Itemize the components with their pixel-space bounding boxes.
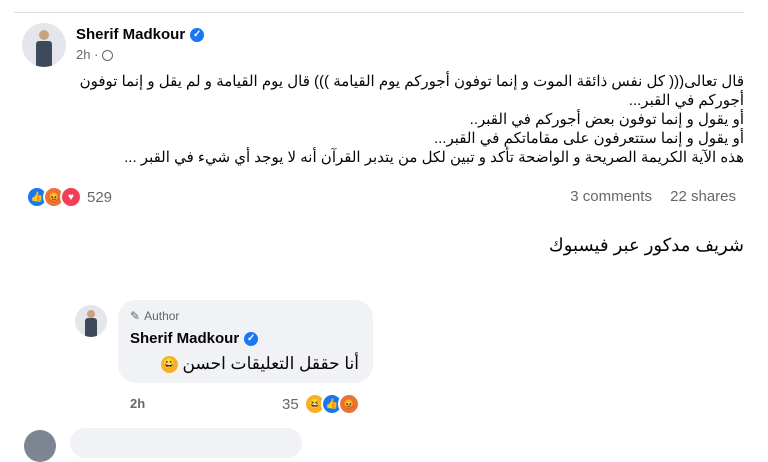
post-stats: 3 comments 22 shares [556, 188, 736, 205]
next-comment-avatar[interactable] [24, 430, 56, 462]
verified-badge-icon: ✓ [190, 28, 205, 43]
reaction-count: 529 [87, 188, 113, 206]
author-tag-label: Author [144, 309, 180, 323]
comment-reaction-count: 35 [282, 395, 299, 413]
globe-icon [102, 50, 114, 62]
comment-text-content: أنا حققل التعليقات احسن [182, 354, 360, 373]
post-line: قال تعالى((( كل نفس ذائقة الموت و إنما ت… [79, 73, 744, 90]
post-author-name-text[interactable]: Sherif Madkour [76, 26, 185, 43]
post-line: هذه الآية الكريمة الصريحة و الواضحة تأكد… [124, 149, 744, 166]
comments-link[interactable]: 3 comments [570, 188, 652, 205]
next-comment-bubble [70, 428, 302, 458]
post-line: أو يقول و إنما ستتعرفون على مقاماتكم في … [433, 130, 744, 147]
author-tag: ✎ Author [130, 309, 179, 323]
comment-time[interactable]: 2h [130, 396, 145, 411]
image-caption: شريف مدكور عبر فيسبوك [548, 235, 744, 255]
post-line: أجوركم في القبر... [628, 92, 744, 109]
post-meta: 2h · [76, 47, 114, 62]
comment-text: أنا حققل التعليقات احسن 😀 [160, 354, 360, 374]
angry-icon: 😡 [337, 393, 360, 415]
comment-author-name[interactable]: Sherif Madkour ✓ [130, 330, 259, 347]
avatar-head [87, 310, 95, 318]
comment-bubble: ✎ Author Sherif Madkour ✓ أنا حققل التعليق… [118, 300, 373, 383]
shares-link[interactable]: 22 shares [670, 188, 736, 205]
avatar-head [39, 30, 49, 40]
post-reactions[interactable]: 👍 😡 ♥ 529 [26, 186, 113, 208]
love-icon: ♥ [60, 186, 82, 208]
pen-icon: ✎ [130, 309, 141, 323]
top-divider [14, 12, 744, 13]
post-body: قال تعالى((( كل نفس ذائقة الموت و إنما ت… [19, 72, 744, 167]
comment-author-name-text[interactable]: Sherif Madkour [130, 330, 239, 347]
comment-author-avatar[interactable] [75, 305, 107, 337]
post-author-avatar[interactable] [22, 23, 66, 67]
grinning-emoji-icon: 😀 [160, 356, 178, 374]
verified-badge-icon: ✓ [244, 332, 259, 347]
post-line: أو يقول و إنما توفون بعض أجوركم في القبر… [469, 111, 744, 128]
comment-reactions[interactable]: 35 😆 👍 😡 [282, 393, 360, 415]
avatar-figure [85, 318, 97, 337]
post-author-name[interactable]: Sherif Madkour ✓ [76, 26, 205, 43]
avatar-figure [36, 41, 52, 67]
post-time[interactable]: 2h [76, 47, 90, 62]
